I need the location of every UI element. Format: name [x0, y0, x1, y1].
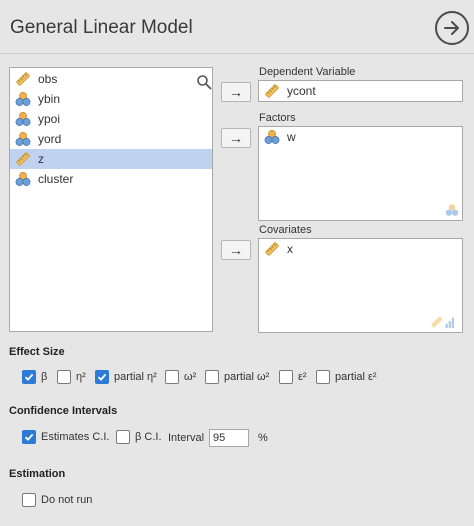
effect-partial-eta2-checkbox[interactable]: [95, 370, 109, 384]
variable-label: z: [38, 152, 44, 166]
effect-beta-label: β: [41, 371, 48, 383]
effect-partial-epsilon2-label: partial ε²: [335, 371, 377, 383]
continuous-ruler-icon: [16, 72, 30, 86]
variable-label: obs: [38, 72, 58, 86]
estimation-title: Estimation: [9, 468, 66, 480]
nominal-circles-icon: [15, 112, 31, 126]
nominal-circles-icon: [264, 130, 280, 144]
variable-item-obs[interactable]: obs: [10, 69, 212, 89]
move-to-dependent-button[interactable]: →: [221, 82, 251, 102]
effect-eta2-checkbox[interactable]: [57, 370, 71, 384]
dependent-variable-chip[interactable]: ycont: [264, 83, 316, 99]
effect-epsilon2-checkbox[interactable]: [279, 370, 293, 384]
effect-partial-omega2-label: partial ω²: [224, 371, 270, 383]
interval-label: Interval: [168, 432, 205, 444]
arrow-right-icon: →: [229, 84, 243, 100]
continuous-ruler-icon: [265, 242, 279, 256]
nominal-type-hint-icon: [445, 204, 459, 216]
factor-chip[interactable]: w: [264, 129, 296, 145]
variable-item-ybin[interactable]: ybin: [10, 89, 212, 109]
factors-label: Factors: [259, 112, 296, 124]
factors-box[interactable]: w: [258, 126, 463, 221]
variable-label: ypoi: [38, 112, 61, 126]
arrow-right-icon: →: [229, 130, 243, 146]
effect-omega2-label: ω²: [184, 371, 197, 383]
beta-ci-checkbox[interactable]: [116, 430, 130, 444]
variable-item-cluster[interactable]: cluster: [10, 169, 212, 189]
effect-epsilon2-label: ε²: [298, 371, 307, 383]
interval-input[interactable]: [209, 429, 249, 447]
effect-partial-omega2-checkbox[interactable]: [205, 370, 219, 384]
beta-ci-label: β C.I.: [135, 431, 162, 443]
variable-label: ybin: [38, 92, 61, 106]
variables-list[interactable]: obs ybin ypoi yord z cluster: [9, 67, 213, 332]
dependent-variable-label: Dependent Variable: [259, 66, 356, 78]
page-title: General Linear Model: [10, 17, 193, 38]
nav-next-button[interactable]: [435, 11, 469, 45]
variable-item-yord[interactable]: yord: [10, 129, 212, 149]
arrow-right-icon: →: [229, 242, 243, 258]
variable-label: yord: [38, 132, 62, 146]
confidence-intervals-title: Confidence Intervals: [9, 405, 118, 417]
dependent-variable-value: ycont: [287, 84, 316, 98]
do-not-run-label: Do not run: [41, 494, 93, 506]
variable-item-ypoi[interactable]: ypoi: [10, 109, 212, 129]
nominal-circles-icon: [15, 172, 31, 186]
header: General Linear Model: [0, 0, 474, 54]
do-not-run-checkbox[interactable]: [22, 493, 36, 507]
covariates-label: Covariates: [259, 224, 312, 236]
move-to-covariates-button[interactable]: →: [221, 240, 251, 260]
factor-label: w: [287, 130, 296, 144]
variable-label: cluster: [38, 172, 74, 186]
effect-eta2-label: η²: [76, 371, 86, 383]
check-icon: [24, 373, 34, 381]
variable-item-z[interactable]: z: [10, 149, 212, 169]
check-icon: [24, 433, 34, 441]
effect-beta-checkbox[interactable]: [22, 370, 36, 384]
continuous-type-hint-icon: [431, 316, 454, 329]
effect-partial-eta2-label: partial η²: [114, 371, 157, 383]
effect-partial-epsilon2-checkbox[interactable]: [316, 370, 330, 384]
estimates-ci-label: Estimates C.I.: [41, 431, 110, 443]
continuous-ruler-icon: [16, 152, 30, 166]
check-icon: [97, 373, 107, 381]
covariate-label: x: [287, 242, 293, 256]
covariates-box[interactable]: x: [258, 238, 463, 333]
move-to-factors-button[interactable]: →: [221, 128, 251, 148]
covariate-chip[interactable]: x: [264, 241, 293, 257]
effect-size-title: Effect Size: [9, 346, 65, 358]
interval-unit-label: %: [258, 432, 268, 444]
nominal-circles-icon: [15, 92, 31, 106]
dependent-variable-box[interactable]: ycont: [258, 80, 463, 102]
estimates-ci-checkbox[interactable]: [22, 430, 36, 444]
arrow-right-circle-icon: [444, 21, 459, 35]
effect-omega2-checkbox[interactable]: [165, 370, 179, 384]
continuous-ruler-icon: [265, 84, 279, 98]
nominal-circles-icon: [15, 132, 31, 146]
